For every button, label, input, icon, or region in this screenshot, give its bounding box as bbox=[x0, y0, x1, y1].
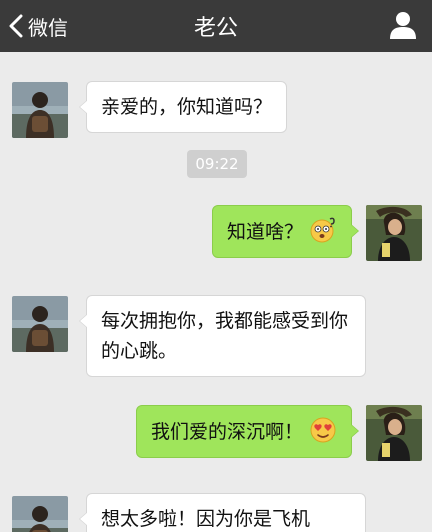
contact-avatar-image bbox=[12, 82, 68, 138]
message-bubble-outgoing[interactable]: 我们爱的深沉啊！ bbox=[136, 405, 360, 458]
contact-avatar[interactable] bbox=[12, 296, 68, 352]
message-bubble-incoming[interactable]: 想太多啦！因为你是飞机 bbox=[79, 493, 366, 532]
message-text: 想太多啦！因为你是飞机 bbox=[101, 508, 311, 530]
contact-avatar-image bbox=[12, 296, 68, 352]
contact-avatar[interactable] bbox=[12, 496, 68, 532]
chat-header: 微信 老公 bbox=[0, 0, 432, 52]
my-avatar[interactable] bbox=[366, 405, 422, 461]
person-icon bbox=[390, 12, 416, 39]
message-bubble-incoming[interactable]: 每次拥抱你，我都能感受到你的心跳。 bbox=[79, 295, 366, 377]
message-text: 我们爱的深沉啊！ bbox=[151, 421, 304, 443]
message-timestamp: 09:22 bbox=[187, 150, 247, 178]
contact-profile-button[interactable] bbox=[388, 10, 418, 40]
my-avatar-image bbox=[366, 405, 422, 461]
message-text: 亲爱的，你知道吗？ bbox=[101, 96, 273, 118]
my-avatar[interactable] bbox=[366, 205, 422, 261]
heart-eyes-emoji bbox=[310, 417, 336, 443]
message-list[interactable]: 亲爱的，你知道吗？ 09:22 知道啥？ 每次拥抱你，我都能感受到你的心跳。 我… bbox=[0, 52, 432, 532]
my-avatar-image bbox=[366, 205, 422, 261]
message-text: 知道啥？ bbox=[227, 221, 304, 243]
message-text: 每次拥抱你，我都能感受到你的心跳。 bbox=[101, 310, 349, 362]
dizzy-face-emoji bbox=[310, 217, 335, 243]
contact-avatar-image bbox=[12, 496, 68, 532]
contact-avatar[interactable] bbox=[12, 82, 68, 138]
message-bubble-outgoing[interactable]: 知道啥？ bbox=[212, 205, 360, 258]
chat-title: 老公 bbox=[193, 16, 238, 41]
message-bubble-incoming[interactable]: 亲爱的，你知道吗？ bbox=[78, 81, 288, 133]
